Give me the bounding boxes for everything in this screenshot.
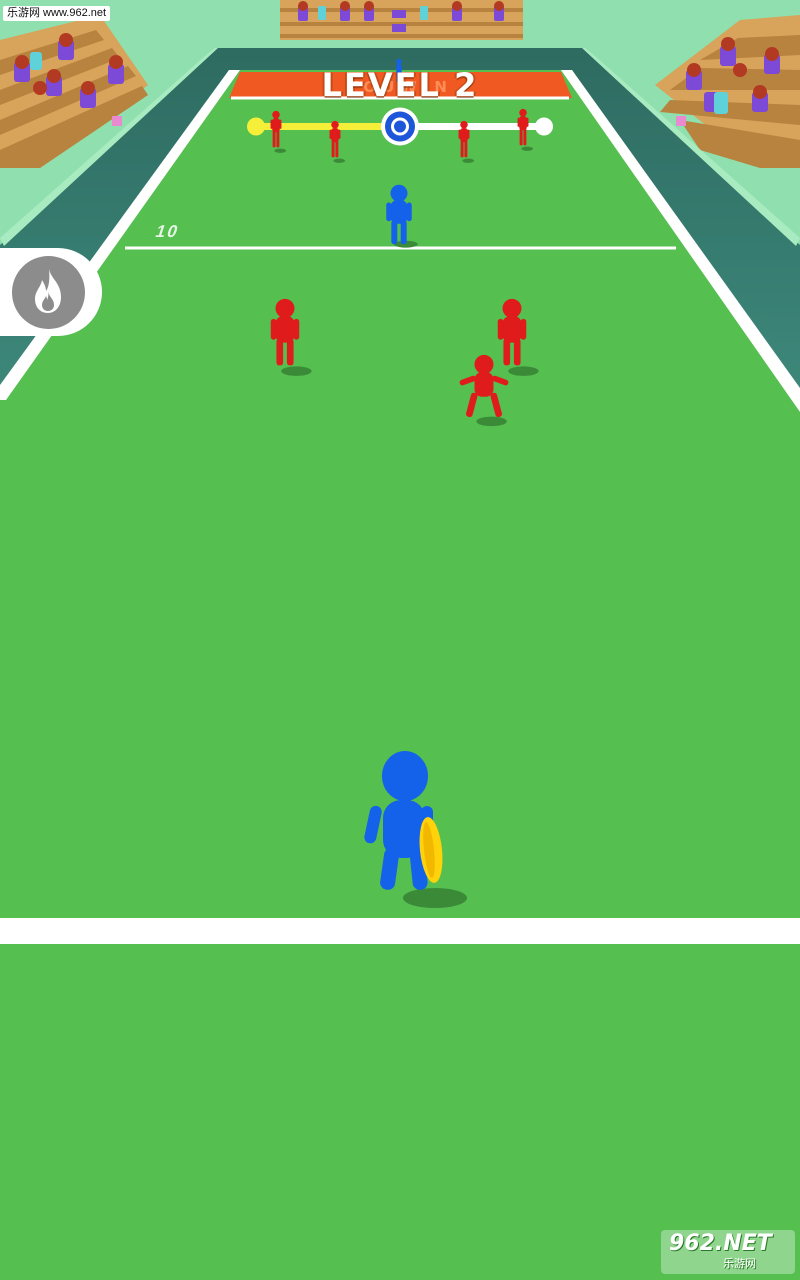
progress-end-dot	[535, 117, 553, 136]
progress-start-dot	[247, 117, 265, 136]
scrimmage-line	[0, 918, 800, 944]
far-stands	[280, 0, 523, 40]
site-watermark: 乐游网 www.962.net	[3, 6, 111, 21]
brand-watermark-main: 962.NET	[669, 1231, 772, 1256]
level-title: LEVEL 2	[321, 66, 479, 104]
fire-icon	[35, 269, 61, 313]
field-surface	[0, 70, 800, 1280]
fire-boost-button[interactable]	[0, 248, 102, 336]
game-scene[interactable]: YOUWIN	[0, 0, 800, 1280]
progress-marker	[381, 107, 419, 146]
brand-watermark-sub: 乐游网	[723, 1257, 756, 1270]
player-shadow	[403, 888, 467, 908]
brand-watermark: 962.NET 乐游网	[661, 1230, 795, 1274]
